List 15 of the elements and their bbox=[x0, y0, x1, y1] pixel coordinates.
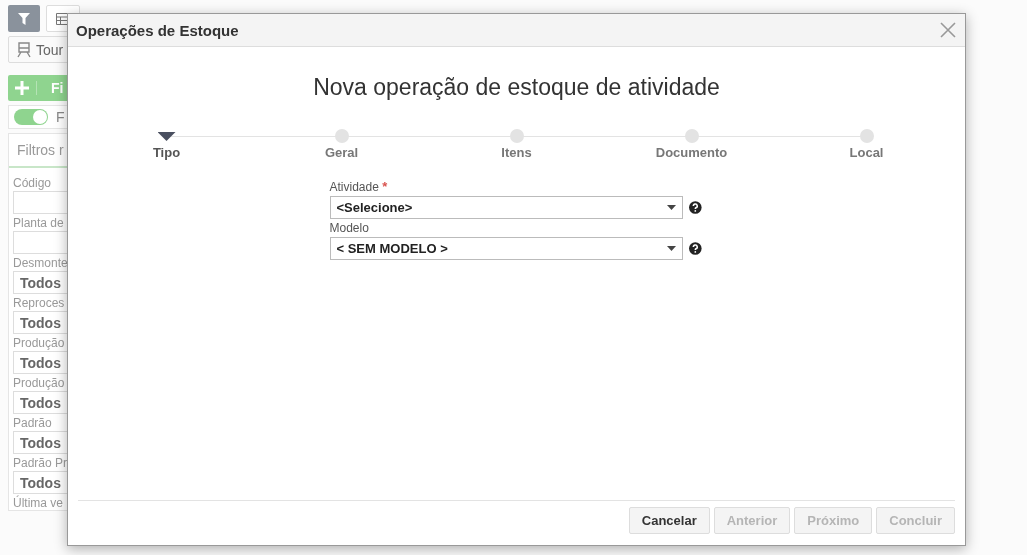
filter-label: Última ve bbox=[13, 496, 64, 510]
filter-label: Desmonte bbox=[13, 256, 69, 270]
toggle-label: F bbox=[56, 109, 65, 125]
field-label: Modelo bbox=[329, 221, 370, 235]
field-label: Atividade * bbox=[329, 180, 389, 194]
filter-label: Reproces bbox=[13, 296, 66, 310]
filter-label: Produção bbox=[13, 336, 66, 350]
filter-label: Planta de bbox=[13, 216, 65, 230]
filter-label: Produção bbox=[13, 376, 66, 390]
filter-label: Código bbox=[13, 176, 53, 190]
filter-label: Padrão Pr bbox=[13, 456, 69, 470]
dialog-heading: Nova operação de estoque de atividade bbox=[313, 74, 720, 101]
dialog-title: Operações de Estoque bbox=[76, 21, 239, 39]
filter-label: Padrão bbox=[13, 416, 53, 430]
required-mark: * bbox=[382, 179, 388, 194]
